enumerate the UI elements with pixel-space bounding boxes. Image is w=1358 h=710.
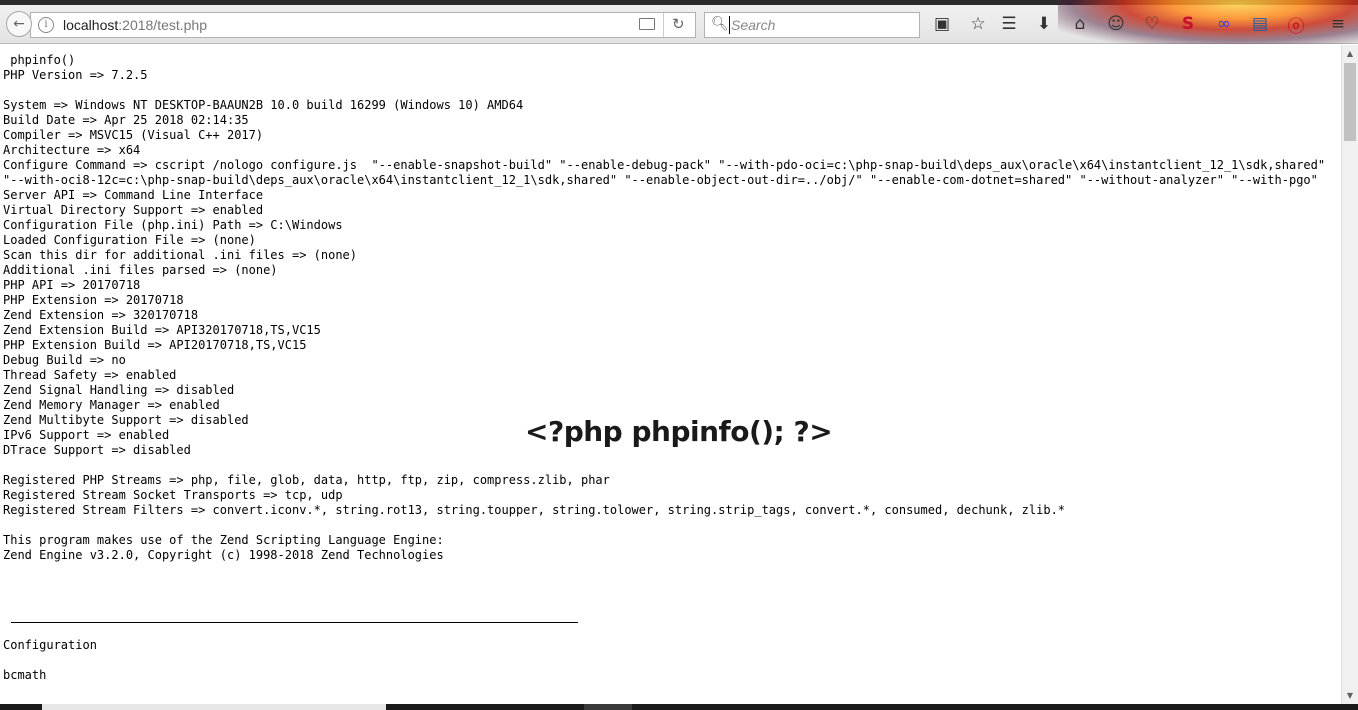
emoji-icon[interactable]: ☺	[1105, 13, 1127, 35]
output-line: Build Date => Apr 25 2018 02:14:35	[3, 113, 249, 127]
url-host: localhost	[63, 17, 119, 33]
phpinfo-output: phpinfo() PHP Version => 7.2.5 System => …	[0, 45, 1333, 683]
output-line: Zend Extension Build => API320170718,TS,…	[3, 323, 321, 337]
output-line: PHP Extension => 20170718	[3, 293, 184, 307]
output-line: Configuration File (php.ini) Path => C:\…	[3, 218, 343, 232]
output-line: Zend Extension => 320170718	[3, 308, 199, 322]
page-content: phpinfo() PHP Version => 7.2.5 System => …	[0, 45, 1341, 704]
back-button[interactable]: ←	[6, 11, 32, 37]
scroll-down-icon[interactable]: ▼	[1342, 687, 1358, 704]
output-line: Configuration	[3, 638, 97, 652]
output-line: Compiler => MSVC15 (Visual C++ 2017)	[3, 128, 264, 142]
screenshot-icon[interactable]: ▣	[931, 13, 953, 35]
address-bar-divider	[663, 13, 664, 37]
back-arrow-icon: ←	[13, 16, 25, 32]
output-line: Server API => Command Line Interface	[3, 188, 264, 202]
output-line: Configure Command => cscript /nologo con…	[3, 158, 1333, 187]
extension-box-icon[interactable]: ▤	[1249, 13, 1271, 35]
address-bar[interactable]: i localhost:2018/test.php ↻	[30, 12, 696, 38]
search-icon: 🔍︎	[711, 16, 729, 32]
output-line: Thread Safety => enabled	[3, 368, 177, 382]
star-icon[interactable]: ☆	[967, 13, 989, 35]
taskbar	[0, 704, 1358, 710]
php-code-overlay: <?php phpinfo(); ?>	[525, 415, 833, 448]
extension-o-icon[interactable]: ⓞ	[1285, 13, 1307, 37]
output-line: Zend Signal Handling => disabled	[3, 383, 235, 397]
output-line: This program makes use of the Zend Scrip…	[3, 533, 444, 547]
search-bar[interactable]: 🔍︎	[704, 12, 920, 38]
reading-list-icon[interactable]: ☰	[998, 13, 1020, 35]
output-line: PHP Version => 7.2.5	[3, 68, 148, 82]
output-line: Zend Engine v3.2.0, Copyright (c) 1998-2…	[3, 548, 444, 562]
browser-theme-artwork	[1058, 0, 1358, 44]
pocket-icon[interactable]: ♡	[1141, 13, 1163, 35]
output-line: Loaded Configuration File => (none)	[3, 233, 256, 247]
url-text[interactable]: localhost:2018/test.php	[63, 17, 207, 33]
output-line: phpinfo()	[3, 53, 76, 67]
output-line: bcmath	[3, 668, 47, 682]
reader-view-icon[interactable]	[639, 18, 655, 30]
reload-icon[interactable]: ↻	[672, 15, 685, 33]
scroll-thumb[interactable]	[1344, 63, 1356, 141]
output-line: System => Windows NT DESKTOP-BAAUN2B 10.…	[3, 98, 524, 112]
output-line: Virtual Directory Support => enabled	[3, 203, 264, 217]
menu-icon[interactable]: ≡	[1327, 13, 1349, 35]
output-line: Scan this dir for additional .ini files …	[3, 248, 358, 262]
url-path: :2018/test.php	[118, 17, 208, 33]
vertical-scrollbar[interactable]: ▲ ▼	[1341, 45, 1358, 704]
horizontal-rule	[11, 622, 578, 623]
browser-toolbar: i localhost:2018/test.php ↻ ← 🔍︎ ▣ ☆ ☰ ⬇…	[0, 0, 1358, 44]
output-line: Additional .ini files parsed => (none)	[3, 263, 278, 277]
extension-s-icon[interactable]: S	[1177, 13, 1199, 35]
output-line: Registered Stream Socket Transports => t…	[3, 488, 343, 502]
output-line: Architecture => x64	[3, 143, 141, 157]
home-icon[interactable]: ⌂	[1069, 13, 1091, 35]
taskbar-item[interactable]	[584, 704, 632, 710]
search-input[interactable]	[729, 16, 917, 34]
site-info-icon[interactable]: i	[38, 17, 54, 33]
scroll-up-icon[interactable]: ▲	[1342, 45, 1358, 62]
output-line: Registered Stream Filters => convert.ico…	[3, 503, 1066, 517]
output-line: Registered PHP Streams => php, file, glo…	[3, 473, 610, 487]
output-line: Zend Memory Manager => enabled	[3, 398, 220, 412]
extension-link-icon[interactable]: ∞	[1213, 13, 1235, 35]
output-line: PHP Extension Build => API20170718,TS,VC…	[3, 338, 307, 352]
output-line: Debug Build => no	[3, 353, 126, 367]
download-icon[interactable]: ⬇	[1033, 13, 1055, 35]
taskbar-item[interactable]	[42, 704, 386, 710]
output-line: PHP API => 20170718	[3, 278, 141, 292]
